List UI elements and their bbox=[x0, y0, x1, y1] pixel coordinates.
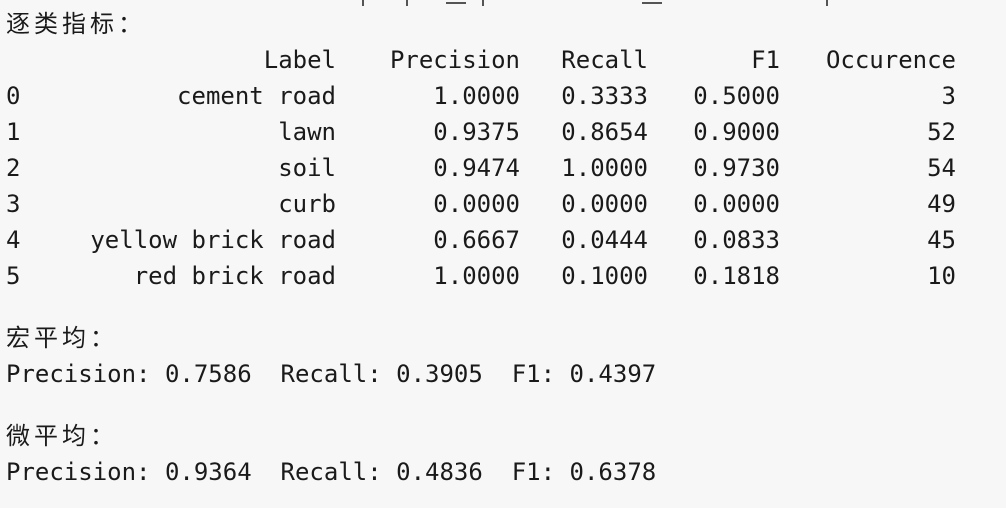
row-occurence: 3 bbox=[941, 82, 956, 110]
row-recall: 0.8654 bbox=[561, 118, 648, 146]
column-header-recall: Recall bbox=[561, 46, 648, 74]
row-label: yellow brick road bbox=[90, 226, 336, 254]
column-header-label: Label bbox=[263, 46, 336, 74]
row-recall: 1.0000 bbox=[561, 154, 648, 182]
row-occurence: 49 bbox=[927, 190, 956, 218]
row-occurence: 45 bbox=[927, 226, 956, 254]
per-class-heading: 逐类指标： bbox=[6, 10, 146, 38]
row-label: red brick road bbox=[133, 262, 336, 290]
row-f1: 0.0833 bbox=[693, 226, 780, 254]
notebook-output: 逐类指标： Label Precision Recall F1 Occurenc… bbox=[0, 0, 1006, 508]
row-f1: 0.9000 bbox=[693, 118, 780, 146]
row-recall: 0.1000 bbox=[561, 262, 648, 290]
row-label: cement road bbox=[177, 82, 336, 110]
row-occurence: 52 bbox=[927, 118, 956, 146]
table-row: 3 curb 0.0000 0.0000 0.0000 49 bbox=[6, 186, 956, 222]
column-header-f1: F1 bbox=[751, 46, 780, 74]
micro-average-heading: 微平均： bbox=[6, 422, 118, 450]
row-index: 3 bbox=[6, 190, 21, 218]
row-f1: 0.0000 bbox=[693, 190, 780, 218]
row-recall: 0.0444 bbox=[561, 226, 648, 254]
row-precision: 0.0000 bbox=[433, 190, 520, 218]
row-f1: 0.9730 bbox=[693, 154, 780, 182]
row-f1: 0.1818 bbox=[693, 262, 780, 290]
row-f1: 0.5000 bbox=[693, 82, 780, 110]
clipped-previous-line bbox=[6, 0, 1006, 6]
row-precision: 1.0000 bbox=[433, 262, 520, 290]
row-index: 4 bbox=[6, 226, 21, 254]
row-recall: 0.3333 bbox=[561, 82, 648, 110]
table-row: 0 cement road 1.0000 0.3333 0.5000 3 bbox=[6, 78, 956, 114]
per-class-metrics-table: Label Precision Recall F1 Occurence 0 ce… bbox=[6, 42, 956, 294]
micro-average-line: Precision: 0.9364 Recall: 0.4836 F1: 0.6… bbox=[6, 458, 657, 486]
row-index: 5 bbox=[6, 262, 21, 290]
row-occurence: 10 bbox=[927, 262, 956, 290]
table-row: 4 yellow brick road 0.6667 0.0444 0.0833… bbox=[6, 222, 956, 258]
row-label: curb bbox=[278, 190, 336, 218]
row-occurence: 54 bbox=[927, 154, 956, 182]
row-precision: 0.6667 bbox=[433, 226, 520, 254]
row-label: soil bbox=[278, 154, 336, 182]
row-precision: 1.0000 bbox=[433, 82, 520, 110]
macro-average-line: Precision: 0.7586 Recall: 0.3905 F1: 0.4… bbox=[6, 360, 657, 388]
row-label: lawn bbox=[278, 118, 336, 146]
table-row: 5 red brick road 1.0000 0.1000 0.1818 10 bbox=[6, 258, 956, 294]
row-precision: 0.9474 bbox=[433, 154, 520, 182]
row-index: 1 bbox=[6, 118, 21, 146]
index-header bbox=[6, 42, 50, 78]
row-recall: 0.0000 bbox=[561, 190, 648, 218]
table-row: 1 lawn 0.9375 0.8654 0.9000 52 bbox=[6, 114, 956, 150]
row-precision: 0.9375 bbox=[433, 118, 520, 146]
column-header-occurence: Occurence bbox=[825, 46, 956, 74]
row-index: 0 bbox=[6, 82, 21, 110]
macro-average-heading: 宏平均： bbox=[6, 324, 118, 352]
row-index: 2 bbox=[6, 154, 21, 182]
table-header-row: Label Precision Recall F1 Occurence bbox=[6, 42, 956, 78]
column-header-precision: Precision bbox=[389, 46, 520, 74]
table-row: 2 soil 0.9474 1.0000 0.9730 54 bbox=[6, 150, 956, 186]
